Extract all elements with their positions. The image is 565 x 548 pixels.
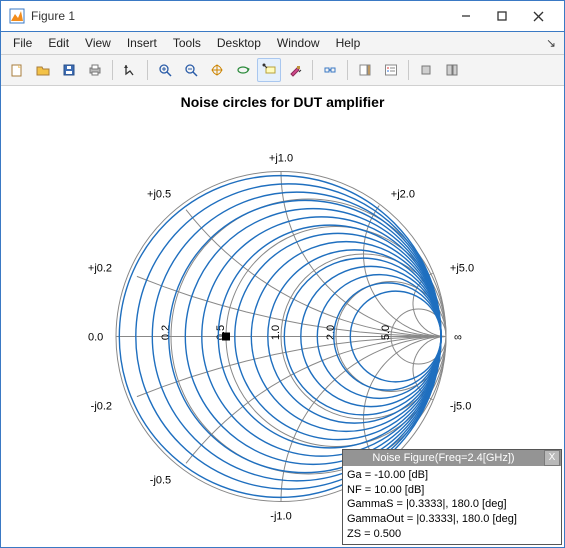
svg-text:0.0: 0.0 xyxy=(88,332,103,344)
new-figure-button[interactable] xyxy=(5,58,29,82)
menu-desktop[interactable]: Desktop xyxy=(209,34,269,52)
rotate3d-button[interactable] xyxy=(231,58,255,82)
zoom-out-button[interactable] xyxy=(179,58,203,82)
datatip-line-ga: Ga = -10.00 [dB] xyxy=(347,468,557,483)
datatip-line-zs: ZS = 0.500 xyxy=(347,527,557,542)
svg-text:+j2.0: +j2.0 xyxy=(391,188,415,200)
minimize-button[interactable] xyxy=(448,2,484,30)
menu-file[interactable]: File xyxy=(5,34,40,52)
matlab-figure-icon xyxy=(9,8,25,24)
edit-plot-button[interactable] xyxy=(118,58,142,82)
datatip-line-nf: NF = 10.00 [dB] xyxy=(347,483,557,498)
svg-text:-j0.2: -j0.2 xyxy=(91,400,112,412)
maximize-button[interactable] xyxy=(484,2,520,30)
svg-text:1.0: 1.0 xyxy=(270,325,282,340)
data-cursor-button[interactable] xyxy=(257,58,281,82)
svg-text:-j5.0: -j5.0 xyxy=(450,400,471,412)
show-plot-tools-button[interactable] xyxy=(440,58,464,82)
svg-text:-j0.5: -j0.5 xyxy=(150,475,171,487)
menu-help[interactable]: Help xyxy=(328,34,369,52)
insert-legend-button[interactable] xyxy=(379,58,403,82)
toolbar-separator xyxy=(312,60,313,80)
datatip-line-gammaout: GammaOut = |0.3333|, 180.0 [deg] xyxy=(347,512,557,527)
open-button[interactable] xyxy=(31,58,55,82)
svg-text:+j0.5: +j0.5 xyxy=(147,188,171,200)
axes-area[interactable]: Noise circles for DUT amplifier 0.0∞0.20… xyxy=(1,86,564,547)
svg-text:-j1.0: -j1.0 xyxy=(270,511,291,523)
menu-view[interactable]: View xyxy=(77,34,119,52)
toolbar-separator xyxy=(347,60,348,80)
menu-window[interactable]: Window xyxy=(269,34,328,52)
pan-button[interactable] xyxy=(205,58,229,82)
datatip-body: Ga = -10.00 [dB] NF = 10.00 [dB] GammaS … xyxy=(343,466,561,544)
hide-plot-tools-button[interactable] xyxy=(414,58,438,82)
insert-colorbar-button[interactable] xyxy=(353,58,377,82)
brush-button[interactable] xyxy=(283,58,307,82)
menu-tools[interactable]: Tools xyxy=(165,34,209,52)
menu-overflow-icon[interactable]: ↘ xyxy=(542,36,560,50)
datatip-close-button[interactable]: X xyxy=(544,450,560,466)
svg-text:0.2: 0.2 xyxy=(160,325,172,340)
datatip-title: Noise Figure(Freq=2.4[GHz]) xyxy=(343,452,544,464)
zoom-in-button[interactable] xyxy=(153,58,177,82)
toolbar-separator xyxy=(112,60,113,80)
datatip-header[interactable]: Noise Figure(Freq=2.4[GHz]) X xyxy=(343,450,561,466)
svg-text:+j5.0: +j5.0 xyxy=(450,263,474,275)
svg-text:+j0.2: +j0.2 xyxy=(88,263,112,275)
figure-window: Figure 1 File Edit View Insert Tools Des… xyxy=(0,0,565,548)
toolbar xyxy=(1,55,564,86)
svg-text:+j1.0: +j1.0 xyxy=(269,153,293,165)
svg-text:∞: ∞ xyxy=(454,332,462,344)
link-plot-button[interactable] xyxy=(318,58,342,82)
save-button[interactable] xyxy=(57,58,81,82)
datatip-line-gammas: GammaS = |0.3333|, 180.0 [deg] xyxy=(347,497,557,512)
menu-edit[interactable]: Edit xyxy=(40,34,77,52)
close-button[interactable] xyxy=(520,2,556,30)
menu-insert[interactable]: Insert xyxy=(119,34,165,52)
svg-text:5.0: 5.0 xyxy=(380,325,392,340)
toolbar-separator xyxy=(147,60,148,80)
titlebar: Figure 1 xyxy=(1,1,564,32)
menubar: File Edit View Insert Tools Desktop Wind… xyxy=(1,32,564,55)
toolbar-separator xyxy=(408,60,409,80)
datatip-panel[interactable]: Noise Figure(Freq=2.4[GHz]) X Ga = -10.0… xyxy=(342,449,562,545)
print-button[interactable] xyxy=(83,58,107,82)
window-title: Figure 1 xyxy=(31,9,448,23)
